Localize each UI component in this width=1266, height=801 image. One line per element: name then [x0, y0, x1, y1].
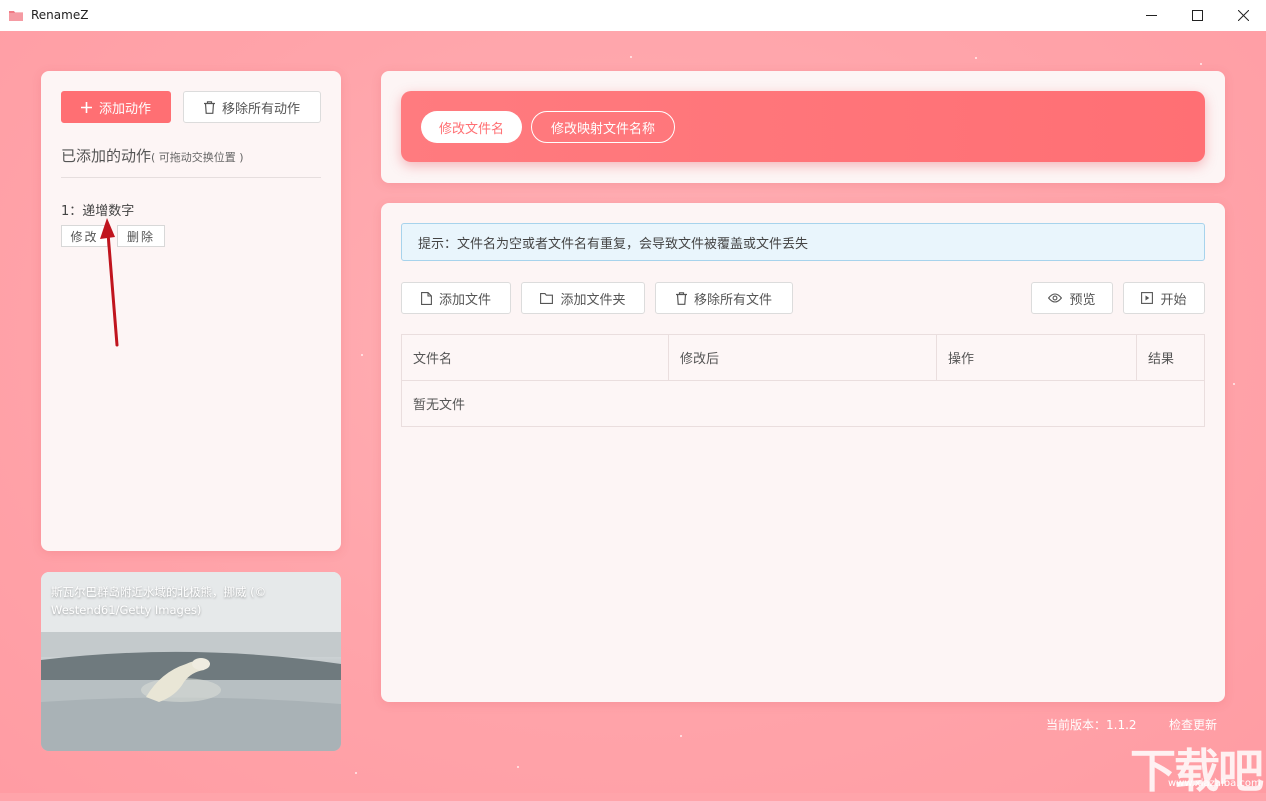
close-button[interactable]: [1220, 0, 1266, 31]
play-icon: [1141, 292, 1154, 304]
drag-hint: ( 可拖动交换位置 ): [151, 151, 244, 164]
maximize-button[interactable]: [1174, 0, 1220, 31]
add-folder-label: 添加文件夹: [560, 292, 626, 308]
remove-all-files-button[interactable]: 移除所有文件: [655, 282, 793, 314]
preview-button[interactable]: 预览: [1031, 282, 1113, 314]
table-row: 暂无文件: [402, 381, 1204, 426]
add-action-label: 添加动作: [98, 101, 151, 117]
close-icon: [1237, 10, 1249, 21]
added-actions-title: 已添加的动作( 可拖动交换位置 ): [61, 147, 244, 165]
version-text: 当前版本：1.1.2: [1046, 718, 1137, 732]
trash-icon: [203, 100, 215, 114]
files-panel: [381, 203, 1225, 702]
empty-files-text: 暂无文件: [413, 398, 466, 413]
remove-all-actions-label: 移除所有动作: [221, 101, 300, 117]
table-header: 文件名 修改后 操作 结果: [402, 335, 1204, 381]
warning-notice: 提示：文件名为空或者文件名有重复，会导致文件被覆盖或文件丢失: [401, 223, 1205, 261]
check-update-link[interactable]: 检查更新: [1169, 716, 1217, 733]
file-icon: [421, 291, 432, 305]
plus-icon: [80, 101, 92, 113]
watermark-url: www.xiazaiba.com: [1168, 778, 1261, 789]
minimize-icon: [1145, 15, 1157, 16]
maximize-icon: [1191, 10, 1203, 21]
add-file-label: 添加文件: [438, 292, 491, 308]
remove-all-files-label: 移除所有文件: [693, 292, 772, 308]
start-button[interactable]: 开始: [1123, 282, 1205, 314]
column-modified: 修改后: [669, 335, 937, 380]
add-folder-button[interactable]: 添加文件夹: [521, 282, 645, 314]
wallpaper-card: 斯瓦尔巴群岛附近水域的北极熊，挪威 (© Westend61/Getty Ima…: [41, 572, 341, 751]
tab-rename-mapped-files[interactable]: 修改映射文件名称: [531, 111, 675, 143]
folder-icon: [9, 11, 23, 21]
annotation-arrow-icon: [100, 218, 119, 347]
files-table: 文件名 修改后 操作 结果 暂无文件: [401, 334, 1205, 427]
column-filename: 文件名: [402, 335, 669, 380]
eye-icon: [1048, 293, 1063, 303]
window-titlebar: RenameZ: [0, 0, 1266, 32]
preview-label: 预览: [1069, 292, 1096, 308]
start-label: 开始: [1160, 292, 1187, 308]
column-operation: 操作: [937, 335, 1137, 380]
window-title: RenameZ: [31, 8, 89, 22]
watermark-logo: 下载吧: [1130, 744, 1264, 798]
column-result: 结果: [1148, 352, 1175, 367]
add-action-button[interactable]: 添加动作: [61, 91, 171, 123]
minimize-button[interactable]: [1128, 0, 1174, 31]
divider: [61, 177, 321, 178]
add-file-button[interactable]: 添加文件: [401, 282, 511, 314]
tab-rename-files[interactable]: 修改文件名: [421, 111, 522, 143]
actions-panel: [41, 71, 341, 551]
folder-icon: [540, 292, 554, 304]
remove-all-actions-button[interactable]: 移除所有动作: [183, 91, 321, 123]
mode-tab-bar: 修改文件名 修改映射文件名称: [401, 91, 1205, 162]
trash-icon: [675, 291, 687, 305]
wallpaper-caption: 斯瓦尔巴群岛附近水域的北极熊，挪威 (© Westend61/Getty Ima…: [51, 585, 267, 617]
